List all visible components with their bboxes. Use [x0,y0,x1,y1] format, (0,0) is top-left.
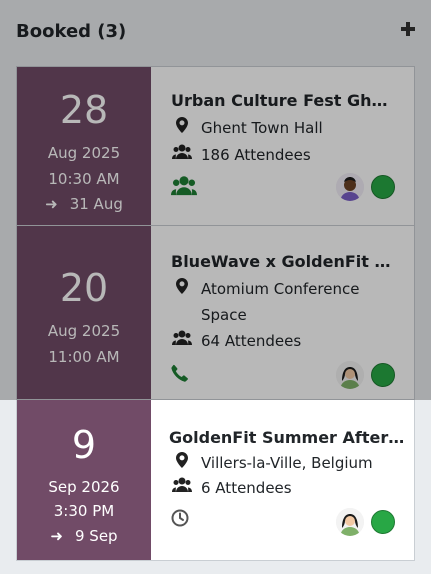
arrow-right-icon: ➜ [45,195,58,213]
map-marker-icon [171,277,193,301]
event-end-date: ➜ 9 Sep [17,527,151,545]
location-text: Atomium Conference [201,280,360,298]
map-marker-icon [171,116,193,140]
end-date-text: 31 Aug [69,195,123,213]
event-attendees: 186 Attendees [171,143,311,167]
event-card[interactable]: 20 Aug 2025 11:00 AM BlueWave x GoldenFi… [16,226,415,400]
event-location: Ghent Town Hall [171,116,323,140]
attendees-text: 6 Attendees [201,479,292,497]
event-date-block: 20 Aug 2025 11:00 AM [17,226,151,399]
event-name: GoldenFit Summer After… [169,428,405,447]
status-green-dot[interactable] [371,175,395,199]
event-month-year: Aug 2025 [47,144,121,162]
plus-icon[interactable] [399,20,417,38]
attendees-text: 64 Attendees [201,332,302,350]
status-green-dot[interactable] [371,363,395,387]
event-time: 10:30 AM [48,170,120,188]
users-icon[interactable] [171,175,197,201]
avatar-woman-icon[interactable] [336,361,364,389]
event-name: Urban Culture Fest Gh… [171,91,388,110]
event-day: 9 [71,423,97,467]
event-time: 3:30 PM [53,502,115,520]
location-text: Ghent Town Hall [201,119,323,137]
event-attendees: 6 Attendees [171,476,292,500]
users-icon [171,329,193,353]
event-location: Atomium Conference [171,277,359,301]
event-date-block: 9 Sep 2026 3:30 PM ➜ 9 Sep [17,400,151,560]
event-card[interactable]: 9 Sep 2026 3:30 PM ➜ 9 Sep GoldenFit Summ… [16,400,415,561]
event-month-year: Aug 2025 [47,322,121,340]
kanban-column-header: Booked (3) [0,0,431,64]
event-day: 20 [59,266,109,310]
column-title: Booked (3) [16,21,127,42]
event-info: BlueWave x GoldenFit … Atomium Conferenc… [151,226,414,399]
event-info: GoldenFit Summer After… Villers-la-Ville… [151,400,414,560]
clock-icon[interactable] [171,509,189,531]
event-attendees: 64 Attendees [171,329,301,353]
status-green-dot[interactable] [371,510,395,534]
location-text: Villers-la-Ville, Belgium [201,454,373,472]
event-location: Villers-la-Ville, Belgium [171,451,373,475]
arrow-right-icon: ➜ [50,527,63,545]
event-month-year: Sep 2026 [48,478,120,496]
event-name: BlueWave x GoldenFit … [171,252,391,271]
attendees-text: 186 Attendees [201,146,311,164]
location-text-line2: Space [201,306,247,324]
avatar-man-icon[interactable] [336,173,364,201]
event-card[interactable]: 28 Aug 2025 10:30 AM ➜ 31 Aug Urban Cultu… [16,66,415,226]
event-time: 11:00 AM [48,348,120,366]
users-icon [171,476,193,500]
end-date-text: 9 Sep [74,527,118,545]
users-icon [171,143,193,167]
avatar-woman-icon[interactable] [336,508,364,536]
event-info: Urban Culture Fest Gh… Ghent Town Hall 1… [151,67,414,225]
phone-icon[interactable] [171,364,189,386]
map-marker-icon [171,451,193,475]
event-location-cont: Space [201,303,247,327]
event-end-date: ➜ 31 Aug [17,195,151,213]
event-date-block: 28 Aug 2025 10:30 AM ➜ 31 Aug [17,67,151,225]
event-day: 28 [59,88,109,132]
